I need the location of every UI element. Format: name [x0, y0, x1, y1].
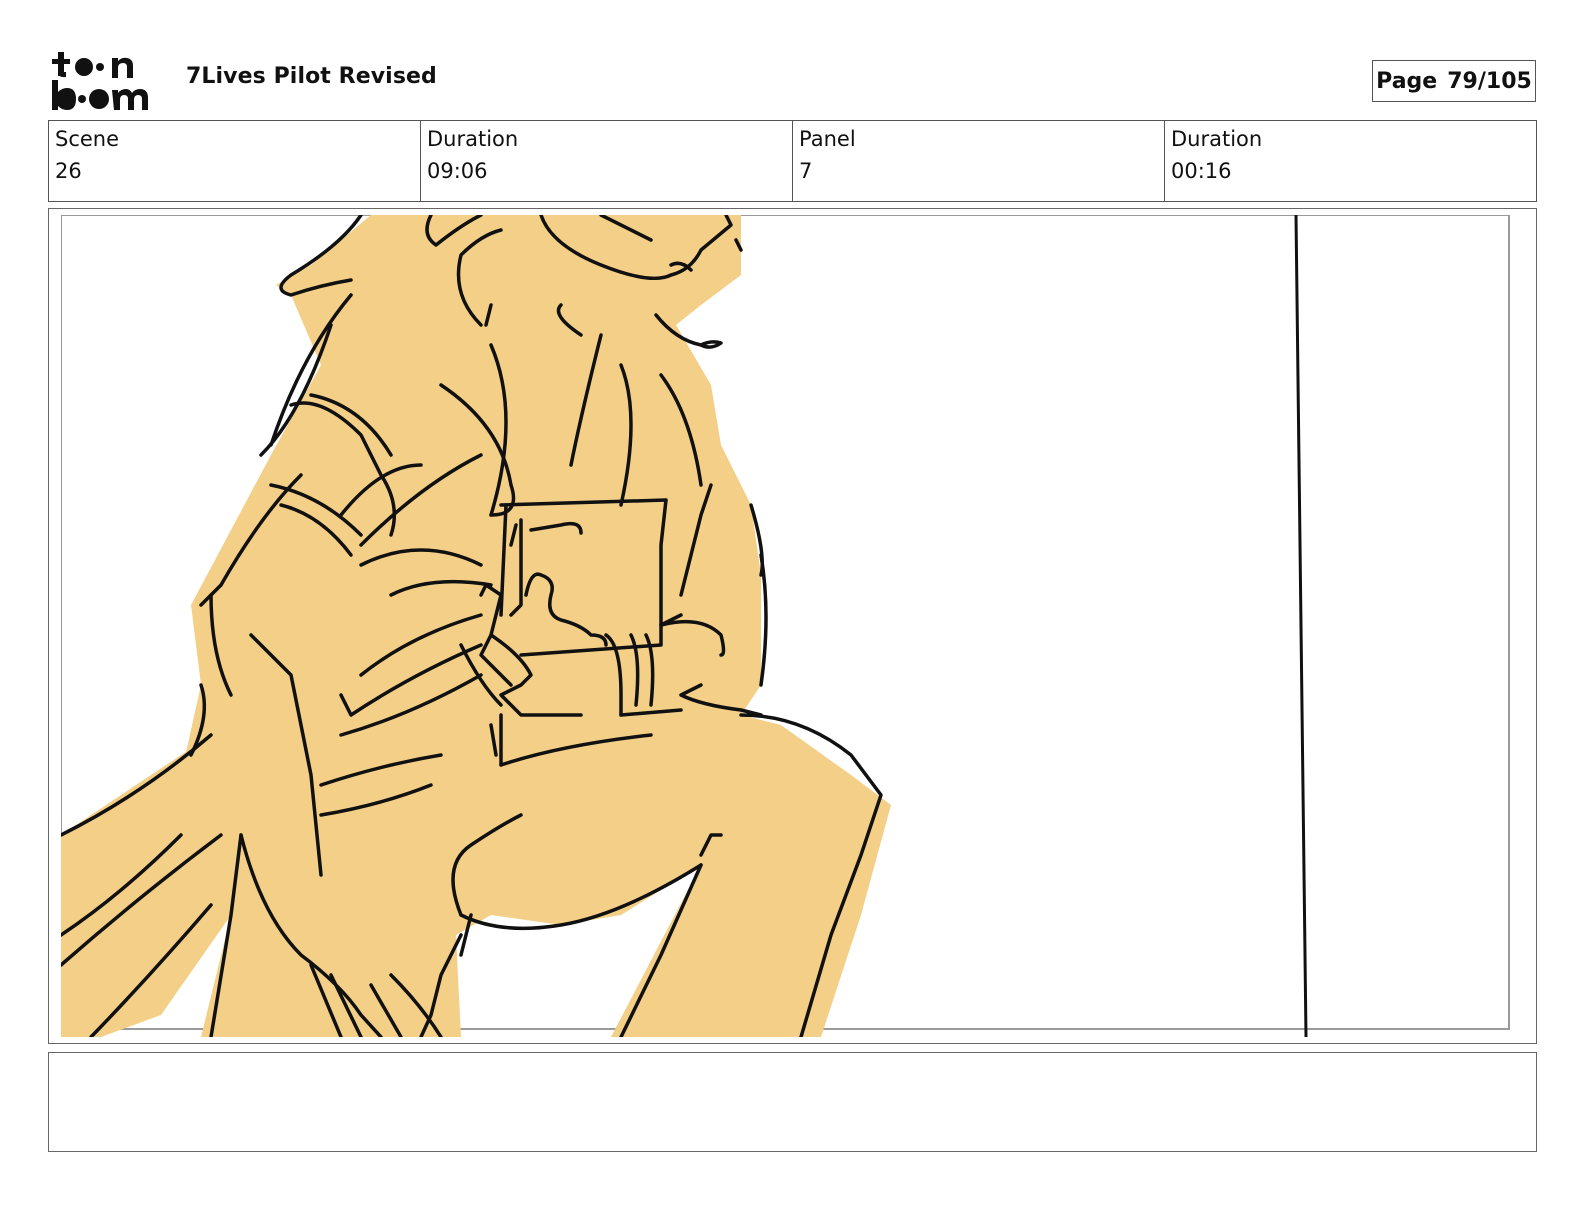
scene-value: 26 — [55, 159, 82, 183]
storyboard-panel-frame — [48, 208, 1537, 1044]
panel-notes-box — [48, 1052, 1537, 1152]
scene-duration-value: 09:06 — [427, 159, 488, 183]
panel-label: Panel — [799, 127, 856, 151]
page-label: Page — [1376, 68, 1438, 94]
storyboard-drawing — [61, 215, 1526, 1037]
scene-duration-label: Duration — [427, 127, 519, 151]
document-title: 7Lives Pilot Revised — [186, 64, 437, 89]
scene-info-table: Scene 26 Duration 09:06 Panel 7 Duration… — [48, 120, 1537, 202]
page-indicator: Page 79/105 — [1372, 60, 1536, 102]
panel-duration-cell: Duration 00:16 — [1165, 121, 1536, 201]
panel-cell: Panel 7 — [793, 121, 1165, 201]
toonboom-logo-icon — [50, 50, 166, 112]
scene-duration-cell: Duration 09:06 — [421, 121, 793, 201]
panel-duration-label: Duration — [1171, 127, 1263, 151]
scene-cell: Scene 26 — [49, 121, 421, 201]
panel-value: 7 — [799, 159, 813, 183]
scene-label: Scene — [55, 127, 120, 151]
page-number: 79/105 — [1447, 68, 1532, 94]
panel-duration-value: 00:16 — [1171, 159, 1232, 183]
